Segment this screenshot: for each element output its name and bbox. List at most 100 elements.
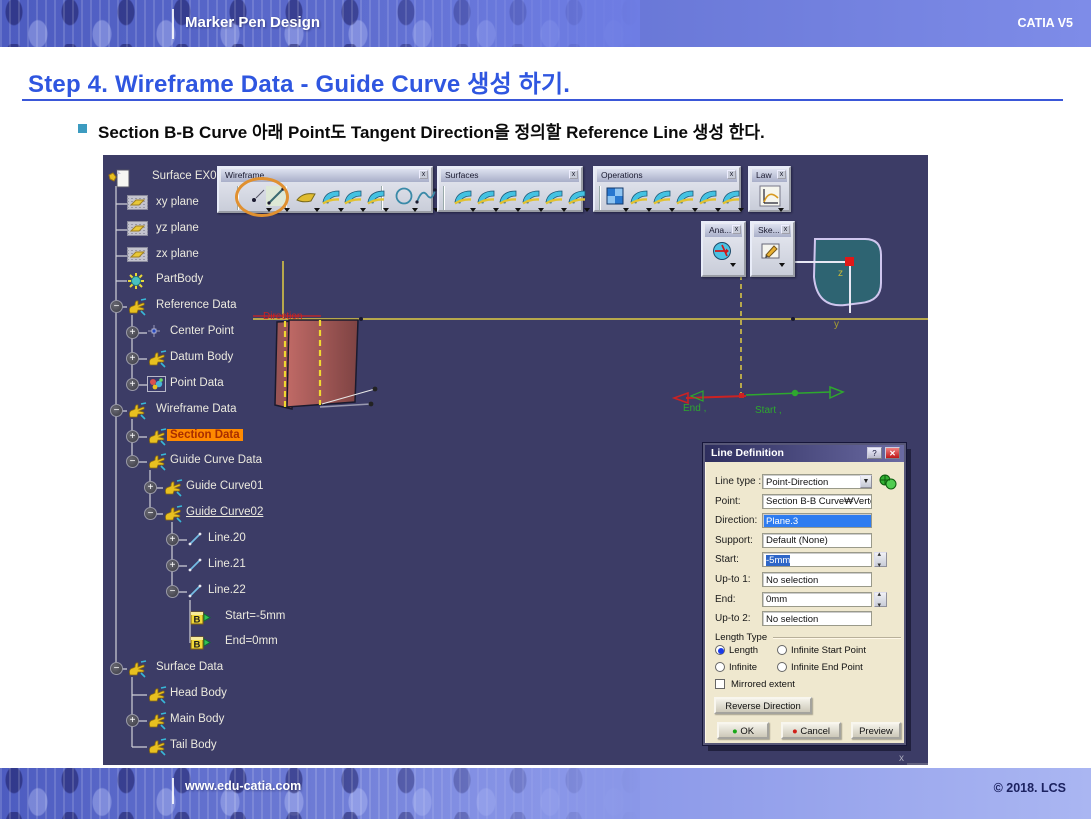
reflect-line-icon[interactable]: [364, 185, 388, 209]
sphere-icon[interactable]: [496, 185, 520, 209]
radio-infinite[interactable]: [715, 662, 725, 672]
toolbar-close-icon[interactable]: x: [777, 170, 786, 179]
join-icon[interactable]: [604, 185, 628, 209]
line-type-gear-icon[interactable]: [877, 472, 899, 496]
toolbar-title[interactable]: Operations: [597, 169, 737, 182]
text-field[interactable]: No selection: [762, 572, 872, 587]
toolbar-close-icon[interactable]: x: [781, 225, 790, 234]
toolbar-ske: Ske...x: [750, 221, 795, 277]
tree-expander[interactable]: −: [144, 507, 157, 520]
spline-icon[interactable]: [414, 185, 438, 209]
catia-screenshot: Direction End , Start , z x y x Surface …: [103, 155, 928, 765]
tree-item-label[interactable]: Line.20: [205, 532, 249, 544]
mirrored-extent-checkbox[interactable]: [715, 679, 725, 689]
radio-infinite-end-point[interactable]: [777, 662, 787, 672]
footer-site[interactable]: www.edu-catia.com: [185, 779, 301, 793]
tree-expander[interactable]: −: [166, 585, 179, 598]
tree-item-label[interactable]: PartBody: [153, 273, 206, 285]
tree-item-label[interactable]: End=0mm: [222, 635, 281, 647]
tree-item-label[interactable]: Section Data: [167, 429, 243, 441]
tree-item-label[interactable]: zx plane: [153, 248, 202, 260]
tree-item-label[interactable]: Line.22: [205, 584, 249, 596]
tree-expander[interactable]: +: [144, 481, 157, 494]
offset-icon[interactable]: [519, 185, 543, 209]
pointdata-icon: [147, 376, 166, 397]
spinner-control[interactable]: [874, 592, 887, 607]
preview-button[interactable]: Preview: [851, 722, 901, 739]
ok-button[interactable]: ● OK: [717, 722, 769, 739]
tree-expander[interactable]: +: [166, 559, 179, 572]
tree-expander[interactable]: +: [126, 430, 139, 443]
tree-item-label[interactable]: Reference Data: [153, 299, 240, 311]
extract-icon[interactable]: [719, 185, 743, 209]
untrim-icon[interactable]: [650, 185, 674, 209]
plane-surface-icon[interactable]: [295, 185, 319, 209]
tree-expander[interactable]: +: [126, 714, 139, 727]
root-part-icon: [108, 169, 132, 194]
healing-icon[interactable]: [627, 185, 651, 209]
tree-item-label[interactable]: Tail Body: [167, 739, 220, 751]
chevron-down-icon[interactable]: ▼: [860, 475, 872, 488]
text-field[interactable]: Default (None): [762, 533, 872, 548]
tree-item-label[interactable]: Main Body: [167, 713, 227, 725]
header-separator: [172, 9, 174, 39]
tree-item-label[interactable]: Datum Body: [167, 351, 236, 363]
field-label: End:: [715, 594, 736, 605]
toolbar-close-icon[interactable]: x: [569, 170, 578, 179]
radio-length[interactable]: [715, 645, 725, 655]
start-field[interactable]: -5mm: [762, 552, 872, 567]
tree-expander[interactable]: +: [166, 533, 179, 546]
toolbar-close-icon[interactable]: x: [419, 170, 428, 179]
sweep-icon[interactable]: [542, 185, 566, 209]
tree-item-label[interactable]: Head Body: [167, 687, 230, 699]
revolve-icon[interactable]: [474, 185, 498, 209]
tree-item-label[interactable]: Guide Curve01: [183, 480, 266, 492]
tree-item-label[interactable]: Guide Curve02: [183, 506, 266, 518]
tree-item-label[interactable]: Wireframe Data: [153, 403, 240, 415]
tree-item-label[interactable]: yz plane: [153, 222, 202, 234]
tree-expander[interactable]: −: [110, 300, 123, 313]
spinner-control[interactable]: [874, 552, 887, 567]
tree-expander[interactable]: +: [126, 352, 139, 365]
radio-infinite-start-point[interactable]: [777, 645, 787, 655]
toolbar-title[interactable]: Surfaces: [441, 169, 579, 182]
projection-icon[interactable]: [319, 185, 343, 209]
toolbar-close-icon[interactable]: x: [727, 170, 736, 179]
line-type-combo[interactable]: Point-Direction: [762, 474, 872, 489]
toolbar-close-icon[interactable]: x: [732, 225, 741, 234]
tree-item-label[interactable]: Surface EX08: [149, 170, 226, 182]
tree-expander[interactable]: −: [126, 455, 139, 468]
cancel-button[interactable]: ● Cancel: [781, 722, 841, 739]
plane-icon: [127, 221, 148, 241]
tree-expander[interactable]: +: [126, 326, 139, 339]
tree-item-label[interactable]: Surface Data: [153, 661, 226, 673]
trim-icon[interactable]: [696, 185, 720, 209]
direction-field[interactable]: Plane.3: [762, 513, 872, 528]
combine-icon[interactable]: [341, 185, 365, 209]
tree-item-label[interactable]: Line.21: [205, 558, 249, 570]
tree-item-label[interactable]: Start=-5mm: [222, 610, 288, 622]
tree-expander[interactable]: −: [110, 404, 123, 417]
sketcher-icon[interactable]: [760, 240, 784, 264]
tree-item-label[interactable]: xy plane: [153, 196, 202, 208]
toolbar-operations: Operationsx: [593, 166, 741, 212]
close-button[interactable]: ✕: [885, 447, 900, 459]
reverse-direction-button[interactable]: Reverse Direction: [714, 697, 812, 714]
extrude-icon[interactable]: [451, 185, 475, 209]
tree-expander[interactable]: +: [126, 378, 139, 391]
split-icon[interactable]: [673, 185, 697, 209]
law-icon[interactable]: [759, 185, 783, 209]
tree-item-label[interactable]: Guide Curve Data: [167, 454, 265, 466]
tree-item-label[interactable]: Point Data: [167, 377, 227, 389]
text-field[interactable]: Section B-B Curve₩Verte:: [762, 494, 872, 509]
tree-expander[interactable]: −: [110, 662, 123, 675]
geoset-icon: [163, 479, 183, 502]
end-field[interactable]: 0mm: [762, 592, 872, 607]
field-label: Up-to 2:: [715, 613, 751, 624]
toolbar-ana: Ana...x: [701, 221, 746, 277]
help-button[interactable]: ?: [867, 447, 882, 459]
fill-icon[interactable]: [565, 185, 589, 209]
tree-item-label[interactable]: Center Point: [167, 325, 237, 337]
text-field[interactable]: No selection: [762, 611, 872, 626]
analysis-icon[interactable]: [711, 240, 735, 264]
